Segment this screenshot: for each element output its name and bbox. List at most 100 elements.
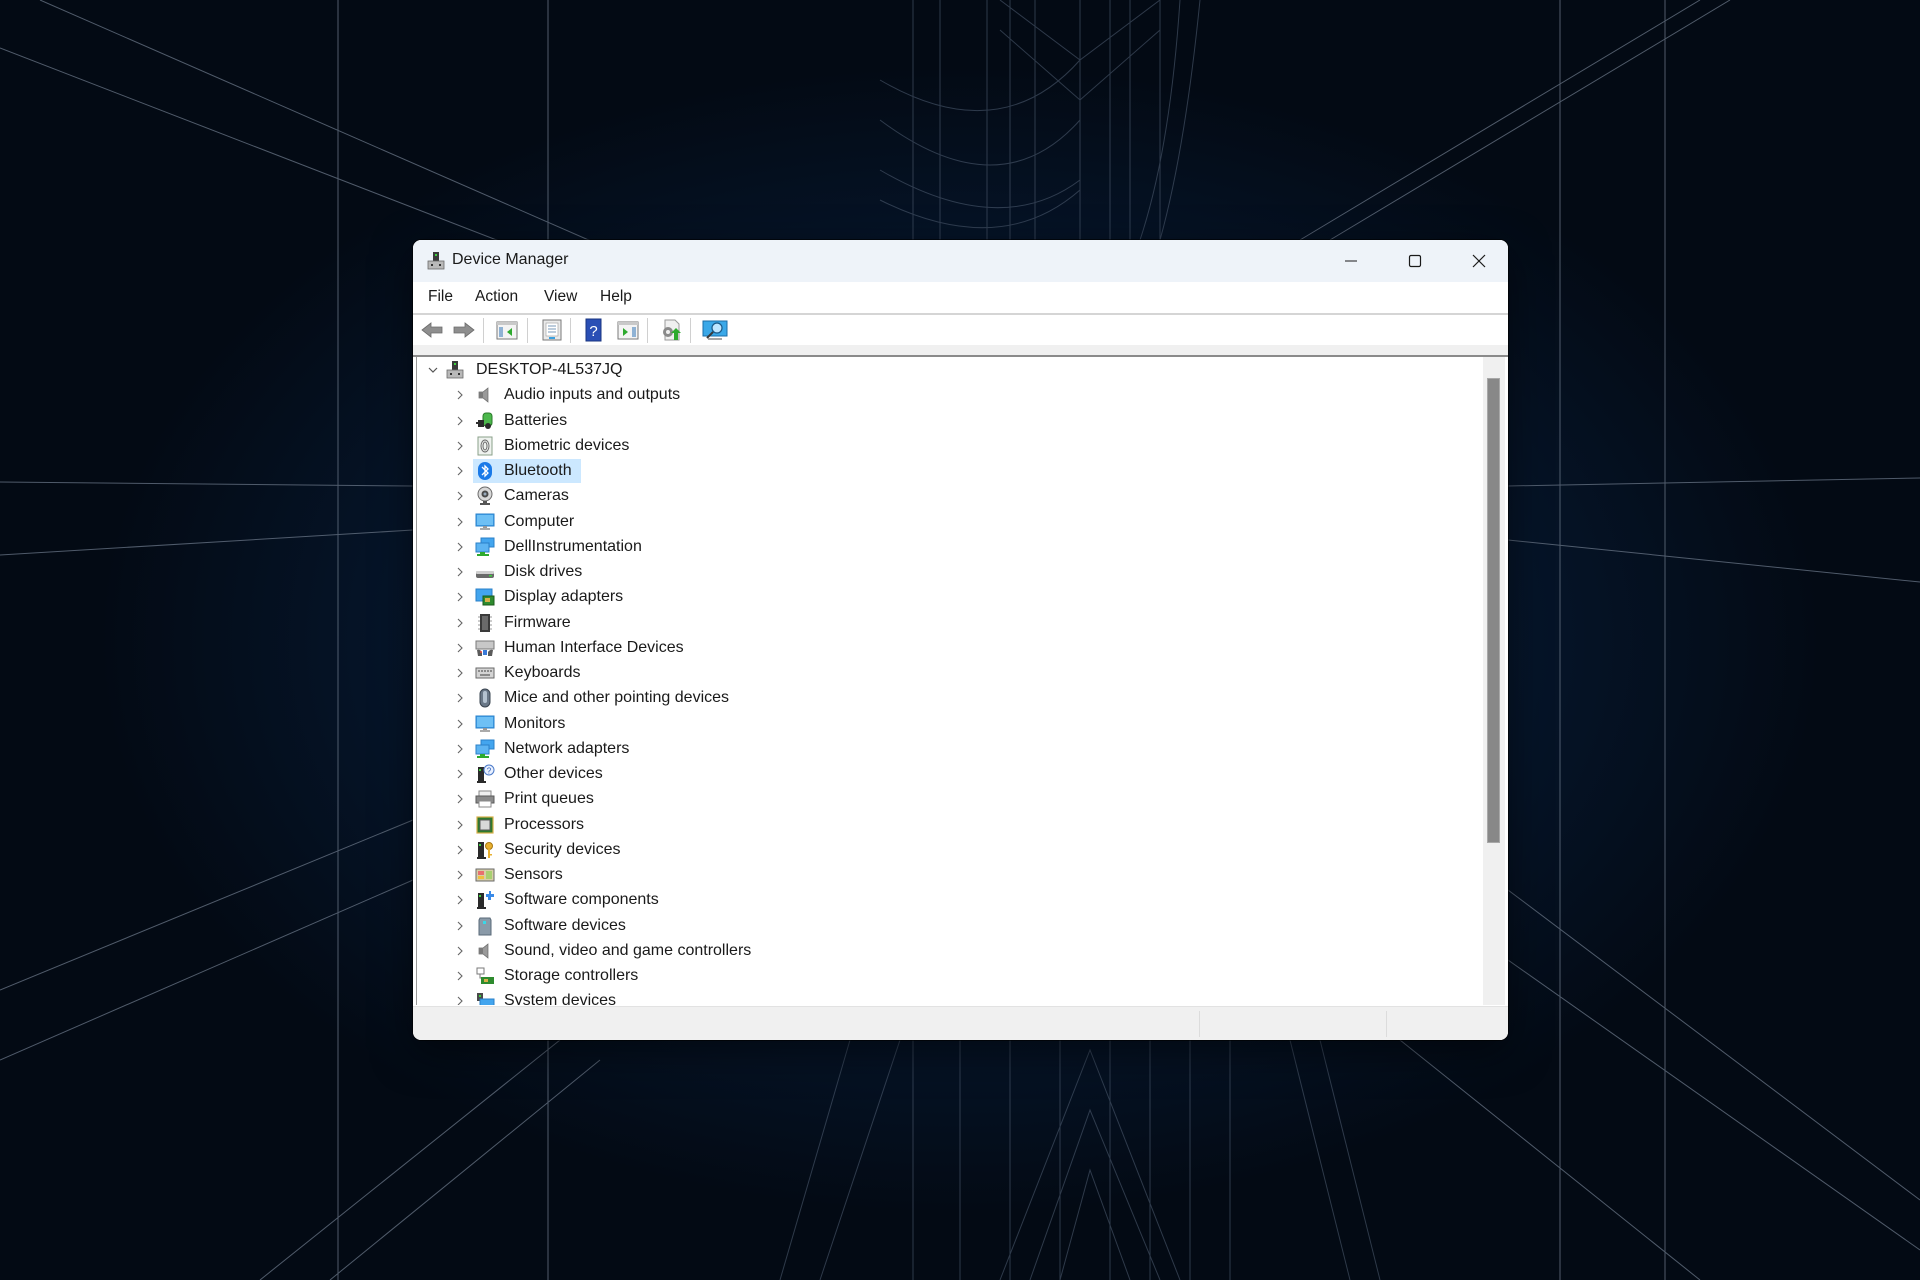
device-tree[interactable]: DESKTOP-4L537JQ Audio inputs and outputs… [416,357,1483,1005]
title-bar[interactable]: Device Manager [413,240,1508,282]
chevron-right-icon[interactable] [454,869,466,881]
tree-item-label: Keyboards [504,664,581,681]
security-key-icon [477,841,493,859]
forward-button[interactable] [452,318,476,342]
tree-item-label: Network adapters [504,739,630,757]
scrollbar-thumb[interactable] [1487,378,1500,843]
properties-button[interactable] [540,318,564,342]
help-button[interactable]: ? [582,318,606,342]
tree-item[interactable]: Batteries [417,409,1483,434]
tree-item-label: Mice and other pointing devices [504,689,730,707]
chevron-right-icon[interactable] [454,768,466,780]
tree-item[interactable]: Keyboards [417,661,1483,686]
tree-item[interactable]: Storage controllers [417,964,1483,989]
menu-help[interactable]: Help [600,288,632,306]
chevron-right-icon[interactable] [454,995,466,1005]
svg-text:?: ? [589,323,597,340]
show-hide-action-pane-button[interactable] [616,318,640,342]
system-devices-icon [477,993,495,1005]
chevron-right-icon[interactable] [454,667,466,679]
tree-item[interactable]: Network adapters [417,737,1483,762]
status-pane [1386,1011,1507,1037]
tree-item[interactable]: Mice and other pointing devices [417,686,1483,711]
menu-view[interactable]: View [544,288,577,306]
toolbar-separator [690,318,691,343]
tree-item-label: Monitors [504,714,566,732]
chevron-right-icon[interactable] [454,541,466,553]
tree-item[interactable]: Firmware [417,611,1483,636]
tree-item[interactable]: Software devices [417,914,1483,939]
tree-item-label: Software devices [504,916,626,934]
vertical-scrollbar[interactable] [1483,357,1505,1005]
tree-item-label: Display adapters [504,588,624,606]
chevron-down-icon[interactable] [427,364,439,376]
chevron-right-icon[interactable] [454,440,466,452]
chevron-right-icon[interactable] [454,389,466,401]
disk-drive-icon [476,571,494,578]
chevron-right-icon[interactable] [454,617,466,629]
chevron-right-icon[interactable] [454,970,466,982]
tree-item[interactable]: ? Other devices [417,762,1483,787]
webcam-icon [477,486,493,506]
window-title: Device Manager [452,251,569,268]
tree-item[interactable]: Audio inputs and outputs [417,383,1483,408]
chevron-right-icon[interactable] [454,894,466,906]
tree-item-label: Print queues [504,790,594,808]
update-driver-button[interactable] [659,318,683,342]
tree-item[interactable]: Biometric devices [417,434,1483,459]
chevron-right-icon[interactable] [454,743,466,755]
status-pane [1199,1011,1386,1037]
device-manager-icon [427,252,445,270]
chevron-right-icon[interactable] [454,718,466,730]
minimize-button[interactable] [1319,240,1383,282]
chevron-right-icon[interactable] [454,566,466,578]
tree-item[interactable]: Human Interface Devices [417,636,1483,661]
back-button[interactable] [420,318,444,342]
toolbar-separator [647,318,648,343]
chevron-right-icon[interactable] [454,591,466,603]
chevron-right-icon[interactable] [454,945,466,957]
tree-item[interactable]: Display adapters [417,585,1483,610]
tree-item[interactable]: Computer [417,510,1483,535]
show-hide-console-tree-button[interactable] [495,318,519,342]
tree-root[interactable]: DESKTOP-4L537JQ [417,358,1483,383]
tree-item-label: Bluetooth [504,462,572,479]
toolbar-divider [413,345,1508,357]
tree-item[interactable]: System devices [417,989,1483,1005]
tree-item[interactable]: DellInstrumentation [417,535,1483,560]
close-button[interactable] [1447,240,1508,282]
tree-item[interactable]: Disk drives [417,560,1483,585]
toolbar-separator [570,318,571,343]
tree-item-label: DellInstrumentation [504,537,642,555]
chevron-right-icon[interactable] [454,793,466,805]
chevron-right-icon[interactable] [454,642,466,654]
scan-hardware-button[interactable] [702,318,728,342]
chevron-right-icon[interactable] [454,490,466,502]
tree-item[interactable]: Print queues [417,787,1483,812]
chevron-right-icon[interactable] [454,415,466,427]
chevron-right-icon[interactable] [454,819,466,831]
tree-item[interactable]: Cameras [417,484,1483,509]
tree-item[interactable]: Sensors [417,863,1483,888]
maximize-button[interactable] [1383,240,1447,282]
tree-item-label: Storage controllers [504,967,639,984]
menu-action[interactable]: Action [475,288,518,306]
tree-item[interactable]: Bluetooth [417,459,1483,484]
chevron-right-icon[interactable] [454,465,466,477]
svg-text:?: ? [487,767,492,776]
chevron-right-icon[interactable] [454,516,466,528]
tree-item[interactable]: Sound, video and game controllers [417,939,1483,964]
forward-arrow-icon [453,322,475,338]
chevron-right-icon[interactable] [454,844,466,856]
tree-item-label: Software components [504,891,659,909]
tree-item[interactable]: Software components [417,888,1483,913]
menu-file[interactable]: File [428,288,453,306]
tree-root-label: DESKTOP-4L537JQ [476,361,623,378]
tree-item[interactable]: Processors [417,813,1483,838]
chevron-right-icon[interactable] [454,692,466,704]
tree-item[interactable]: Security devices [417,838,1483,863]
chevron-right-icon[interactable] [454,920,466,932]
tree-item-label: Human Interface Devices [504,638,684,656]
tree-item[interactable]: Monitors [417,712,1483,737]
display-adapter-icon [475,588,495,606]
